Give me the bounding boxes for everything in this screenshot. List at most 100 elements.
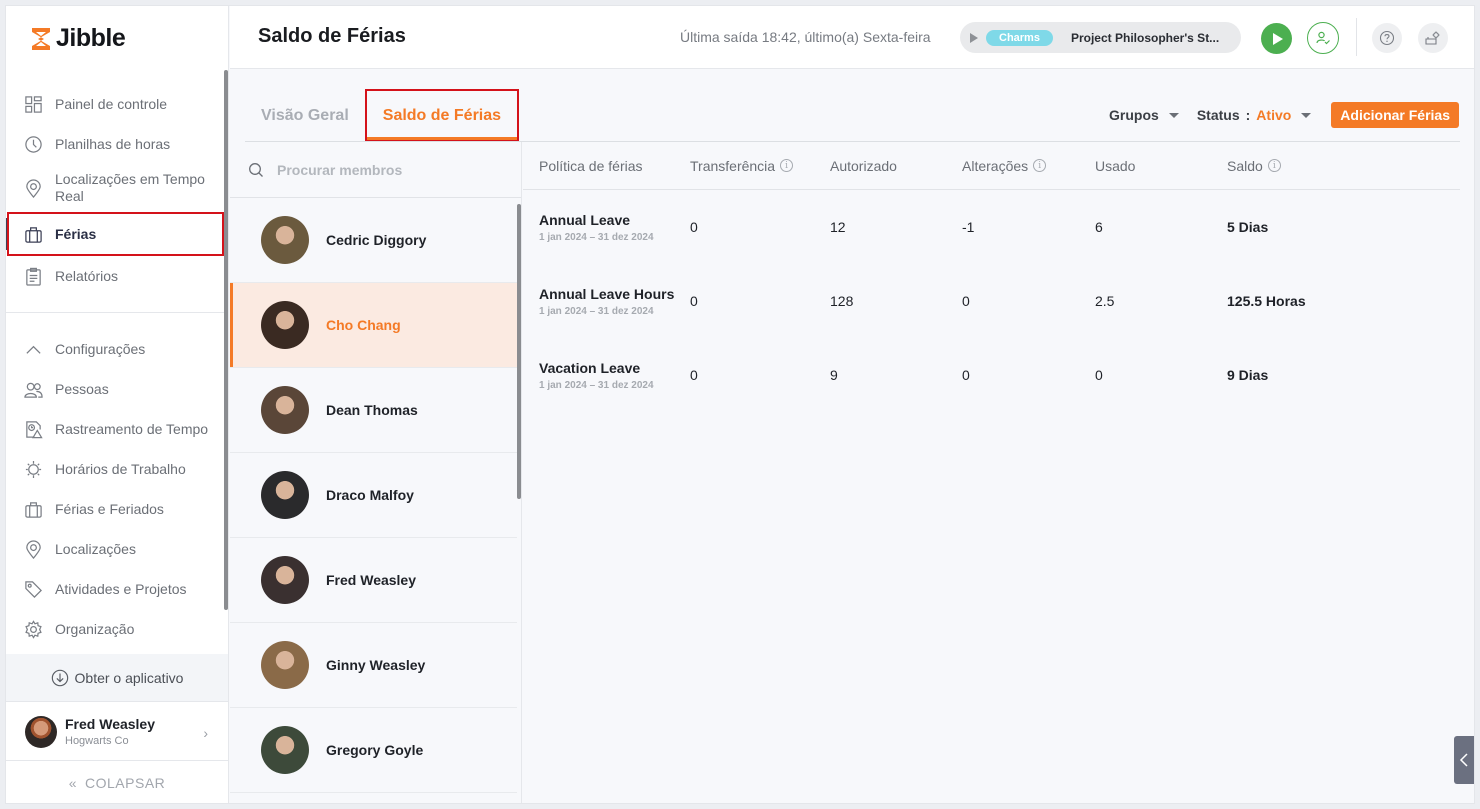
policy-cell: Vacation Leave 1 jan 2024 – 31 dez 2024 [523,360,690,391]
member-name: Cedric Diggory [326,232,427,248]
sidebar-item-leave-holidays[interactable]: Férias e Feriados [6,489,229,529]
gear-icon [23,619,43,639]
timer-activity-selector[interactable]: Charms Project Philosopher's St... [960,22,1241,53]
changes-cell: 0 [962,293,970,309]
table-row: Annual Leave Hours 1 jan 2024 – 31 dez 20… [523,264,1460,338]
sidebar-item-reports[interactable]: Relatórios [6,256,229,296]
status-filter-label: Status [1196,107,1240,123]
filter-bar: Grupos Status: Ativo Adicionar Férias [1109,102,1459,128]
activity-tag: Charms [986,29,1053,46]
groups-filter[interactable]: Grupos [1109,107,1179,123]
column-header-label: Alterações [962,157,1029,174]
sidebar: Jibble Painel de controle Planilhas de h… [6,6,229,803]
attendance-button[interactable] [1307,22,1339,54]
member-name: Draco Malfoy [326,487,414,503]
policy-cell: Annual Leave Hours 1 jan 2024 – 31 dez 20… [523,286,690,317]
onboarding-button[interactable] [1418,23,1448,53]
chevron-right-icon: › [203,725,208,741]
briefcase-icon [23,224,43,244]
avatar [261,301,309,349]
member-list-panel: Cedric Diggory Cho Chang Dean Thomas Draco … [230,142,522,803]
authorized-cell: 9 [830,367,838,383]
user-profile[interactable]: Fred Weasley Hogwarts Co › [6,703,228,761]
table-body: Annual Leave 1 jan 2024 – 31 dez 2024 0 12 -… [523,190,1460,412]
sidebar-item-label: Configurações [55,341,146,357]
column-header-label: Autorizado [830,157,897,174]
sidebar-item-label: Planilhas de horas [55,136,171,152]
sidebar-item-people[interactable]: Pessoas [6,369,229,409]
get-app-button[interactable]: Obter o aplicativo [6,654,228,702]
help-button[interactable] [1372,23,1402,53]
page-tabs: Visão Geral Saldo de Férias [245,89,520,143]
sidebar-item-label: Pessoas [55,381,109,397]
sidebar-item-live-locations[interactable]: Localizações em Tempo Real [6,164,229,212]
changes-cell: -1 [962,219,975,235]
authorized-cell: 128 [830,293,854,309]
column-header: Usado [1095,158,1227,174]
member-list-item[interactable]: Cho Chang [230,283,517,368]
member-list-item[interactable]: Fred Weasley [230,538,517,623]
member-list-item[interactable]: Gregory Goyle [230,708,517,793]
search-icon [249,162,263,177]
briefcase-icon [23,499,43,519]
clock-icon [23,134,43,154]
location-pin-icon [23,178,43,198]
start-timer-button[interactable] [1261,23,1292,54]
project-name: Project Philosopher's St... [1070,30,1220,45]
sidebar-item-label: Horários de Trabalho [55,461,186,477]
avatar [261,641,309,689]
member-list-item[interactable]: Cedric Diggory [230,198,517,283]
sidebar-item-locations[interactable]: Localizações [6,529,229,569]
sidebar-item-organization[interactable]: Organização [6,609,229,649]
column-header-label: Transferência [690,157,776,174]
sidebar-item-activities-projects[interactable]: Atividades e Projetos [6,569,229,609]
collapse-label: COLAPSAR [85,775,166,791]
sidebar-item-label: Férias [55,226,97,242]
policy-period: 1 jan 2024 – 31 dez 2024 [539,305,654,317]
sidebar-item-timesheets[interactable]: Planilhas de horas [6,124,229,164]
add-leave-button[interactable]: Adicionar Férias [1331,102,1459,128]
work-schedule-icon [23,459,43,479]
tab-overview[interactable]: Visão Geral [245,89,365,143]
sidebar-item-label: Localizações em Tempo Real [55,171,205,204]
jibble-logo[interactable]: Jibble [30,24,126,53]
sidebar-item-settings[interactable]: Configurações [6,329,229,369]
tab-leave-balance[interactable]: Saldo de Férias [364,89,520,142]
info-icon[interactable]: i [1033,159,1047,172]
page-title: Saldo de Férias [258,25,406,47]
member-name: Cho Chang [326,317,401,333]
user-name: Fred Weasley [65,716,156,732]
sidebar-item-dashboard[interactable]: Painel de controle [6,84,229,124]
info-icon[interactable]: i [1267,159,1281,172]
sidebar-item-label: Férias e Feriados [55,501,164,517]
sidebar-nav: Painel de controle Planilhas de horas Lo… [6,84,229,649]
transfer-cell: 0 [690,367,698,383]
sidebar-item-label: Localizações [55,541,136,557]
header-divider [1356,18,1357,56]
status-filter[interactable]: Status: Ativo [1196,107,1312,123]
policy-period: 1 jan 2024 – 31 dez 2024 [539,231,654,243]
sidebar-item-leave[interactable]: Férias [6,212,229,256]
used-cell: 6 [1095,219,1103,235]
collapse-sidebar-button[interactable]: « COLAPSAR [6,762,228,803]
balance-cell: 9 Dias [1227,367,1269,383]
member-list-item[interactable]: Dean Thomas [230,368,517,453]
member-name: Dean Thomas [326,402,418,418]
member-list-item[interactable]: Draco Malfoy [230,453,517,538]
tag-icon [23,579,43,599]
side-panel-toggle[interactable] [1454,736,1474,784]
column-header-label: Usado [1095,157,1136,174]
avatar [261,386,309,434]
search-members-input[interactable] [277,161,497,178]
info-icon[interactable]: i [780,159,794,172]
member-name: Gregory Goyle [326,742,424,758]
leave-balance-table: Política de férias Transferência i Autoriza… [523,142,1460,412]
sidebar-item-work-schedules[interactable]: Horários de Trabalho [6,449,229,489]
member-list-item[interactable]: Ginny Weasley [230,623,517,708]
status-filter-value: Ativo [1256,107,1292,123]
sidebar-item-time-tracking[interactable]: Rastreamento de Tempo [6,409,229,449]
sidebar-scrollbar[interactable] [224,70,228,610]
member-list-scrollbar[interactable] [517,204,521,499]
policy-cell: Annual Leave 1 jan 2024 – 31 dez 2024 [523,212,690,243]
active-indicator [6,218,9,250]
